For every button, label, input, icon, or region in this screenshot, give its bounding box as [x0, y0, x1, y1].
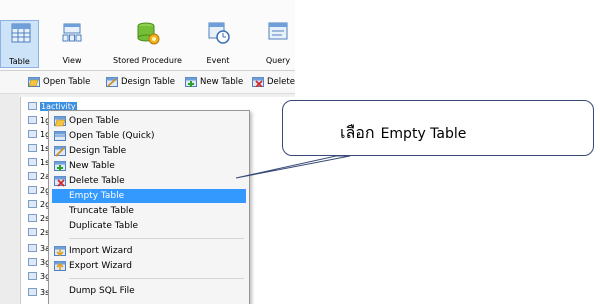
- menu-item-import-wizard[interactable]: Import Wizard: [52, 244, 246, 258]
- menu-item-open-table-quick[interactable]: Open Table (Quick): [52, 129, 246, 143]
- ribbon-event-button[interactable]: Event: [198, 20, 238, 68]
- ribbon-event-label: Event: [206, 56, 230, 65]
- open-table-label: Open Table: [43, 77, 91, 87]
- table-icon: [28, 130, 37, 138]
- table-icon: [28, 144, 37, 152]
- stored-procedure-icon: [137, 22, 160, 45]
- open-table-icon: [54, 116, 66, 127]
- ribbon-query-label: Query: [265, 56, 291, 65]
- delete-table-button[interactable]: Delete: [252, 76, 295, 87]
- new-table-label: New Table: [200, 77, 244, 87]
- design-table-icon: [106, 77, 118, 87]
- menu-item-duplicate-table[interactable]: Duplicate Table: [52, 219, 246, 233]
- table-icon: [28, 200, 37, 208]
- menu-separator: [69, 278, 244, 279]
- ribbon-table-label: Table: [9, 57, 30, 66]
- ribbon-view-label: View: [62, 56, 82, 65]
- callout-text: เลือก Empty Table: [340, 123, 467, 142]
- tree-gutter: [0, 94, 19, 304]
- table-icon: [11, 23, 31, 43]
- import-wizard-icon: [54, 246, 66, 257]
- menu-item-truncate-table[interactable]: Truncate Table: [52, 204, 246, 218]
- open-table-icon: [28, 77, 40, 87]
- design-table-icon: [54, 146, 66, 157]
- table-icon: [28, 214, 37, 222]
- ribbon-table-button[interactable]: Table: [0, 20, 39, 68]
- menu-separator: [69, 238, 244, 239]
- table-icon: [28, 158, 37, 166]
- menu-item-export-wizard[interactable]: Export Wizard: [52, 259, 246, 273]
- object-toolbar: Open Table Design Table New Table Delete: [0, 71, 295, 94]
- export-wizard-icon: [54, 261, 66, 271]
- delete-table-icon: [54, 176, 66, 187]
- menu-item-open-table[interactable]: Open Table: [52, 114, 246, 128]
- ribbon-view-button[interactable]: View: [52, 20, 92, 68]
- menu-item-dump-sql-file[interactable]: Dump SQL File: [52, 284, 246, 298]
- menu-item-delete-table[interactable]: Delete Table: [52, 174, 246, 188]
- table-icon: [28, 172, 37, 180]
- menu-item-empty-table[interactable]: Empty Table: [52, 189, 246, 203]
- table-icon: [28, 288, 37, 296]
- table-icon: [28, 116, 37, 124]
- table-icon: [28, 228, 37, 236]
- table-icon: [28, 186, 37, 194]
- event-icon: [208, 22, 230, 44]
- ribbon-toolbar: Table View Stored Procedure Event Query: [0, 0, 295, 71]
- menu-item-new-table[interactable]: New Table: [52, 159, 246, 173]
- context-menu: Open Table Open Table (Quick) Design Tab…: [48, 110, 250, 304]
- design-table-label: Design Table: [121, 77, 176, 87]
- table-icon: [28, 272, 37, 280]
- new-table-icon: [54, 161, 66, 171]
- delete-table-label: Delete: [267, 77, 295, 87]
- design-table-button[interactable]: Design Table: [106, 76, 175, 87]
- new-table-button[interactable]: New Table: [185, 76, 243, 87]
- menu-item-design-table[interactable]: Design Table: [52, 144, 246, 158]
- instruction-callout: เลือก Empty Table: [282, 100, 594, 156]
- view-icon: [62, 23, 82, 42]
- open-table-quick-icon: [54, 131, 66, 141]
- new-table-icon: [185, 77, 197, 87]
- open-table-button[interactable]: Open Table: [28, 76, 90, 87]
- table-icon: [28, 258, 37, 266]
- table-icon: [28, 244, 37, 252]
- ribbon-stored-procedure-button[interactable]: Stored Procedure: [110, 20, 185, 68]
- ribbon-stored-procedure-label: Stored Procedure: [113, 56, 182, 65]
- ribbon-query-button[interactable]: Query: [258, 20, 295, 68]
- query-icon: [268, 22, 288, 40]
- delete-table-icon: [252, 77, 264, 87]
- table-icon: [28, 102, 37, 110]
- navicat-window: Table View Stored Procedure Event Query …: [0, 0, 295, 304]
